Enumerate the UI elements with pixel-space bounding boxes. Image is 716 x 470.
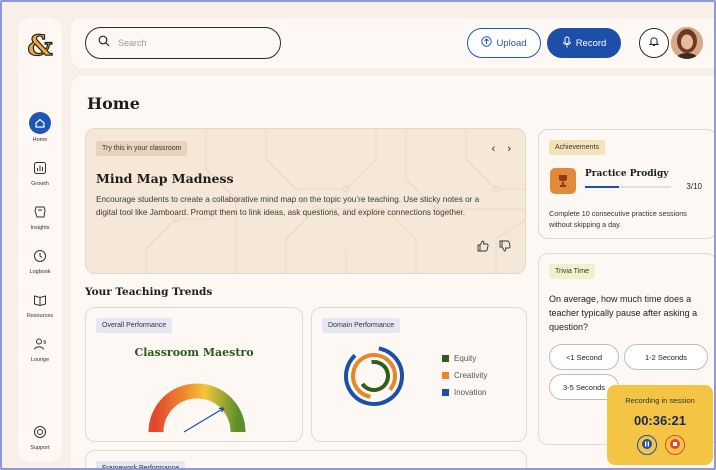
pause-button[interactable] [637,435,657,455]
framework-performance-chip: Framework Performance [96,461,186,470]
sidebar: & Home Growth Insights Logbook Resources [18,18,62,462]
sidebar-item-resources[interactable]: Resources [18,290,62,319]
lifebuoy-icon [30,422,50,442]
classroom-tip-card: Try this in your classroom ‹ › Mind Map … [85,128,526,274]
carousel-nav: ‹ › [492,143,511,155]
tip-body: Encourage students to create a collabora… [96,195,480,217]
search-input[interactable]: Search [85,27,281,59]
domain-performance-chip: Domain Performance [322,318,401,333]
legend-swatch [442,372,449,379]
search-icon [98,34,110,52]
legend-label: Equity [454,354,477,363]
recording-label: Recording in session [625,396,695,405]
thumbs-down-icon[interactable] [499,239,511,257]
legend-item: Equity [442,354,487,363]
users-icon [30,334,50,354]
stop-icon [670,436,680,454]
tip-chip: Try this in your classroom [96,141,188,156]
framework-performance-card: Framework Performance [85,450,527,470]
avatar[interactable] [671,27,703,59]
achievement-progress-fill [585,186,620,188]
sidebar-item-logbook[interactable]: Logbook [18,246,62,275]
achievements-card: Achievements Practice Prodigy 3/10 Compl… [538,129,716,239]
notifications-button[interactable] [639,28,669,58]
sidebar-item-label: Resources [26,313,54,319]
recording-controls [637,435,685,455]
overall-performance-card: Overall Performance Classroom Maestro [85,307,303,442]
sidebar-item-label: Growth [31,181,49,187]
insights-icon [30,202,50,222]
recording-widget: Recording in session 00:36:21 [607,385,713,465]
recording-timer: 00:36:21 [633,413,687,428]
page-title: Home [87,94,140,113]
achievement-title: Practice Prodigy [585,169,669,179]
achievement-desc: Complete 10 consecutive practice session… [549,209,687,229]
legend-item: Creativity [442,371,487,380]
upload-label: Upload [496,37,527,49]
domain-legend: Equity Creativity Inovation [442,354,487,405]
record-button[interactable]: Record [547,28,621,58]
sidebar-item-lounge[interactable]: Lounge [18,334,62,363]
trivia-option[interactable]: <1 Second [549,344,619,370]
sidebar-item-label: Logbook [29,269,51,275]
sidebar-item-label: Lounge [30,357,50,363]
pause-icon [642,436,652,454]
sidebar-item-label: Home [32,137,48,143]
home-icon [29,112,51,134]
legend-swatch [442,389,449,396]
sidebar-item-growth[interactable]: Growth [18,158,62,187]
trophy-icon [550,168,576,194]
overall-performance-chip: Overall Performance [96,318,173,333]
bell-icon [648,34,660,52]
legend-swatch [442,355,449,362]
trivia-chip: Trivia Time [549,264,595,279]
upload-icon [481,36,493,50]
sidebar-item-label: Support [30,445,50,451]
trivia-question: On average, how much time does a teacher… [549,294,698,332]
sidebar-item-support[interactable]: Support [18,422,62,451]
achievement-progress [585,186,671,188]
performance-title: Classroom Maestro [134,346,254,359]
upload-button[interactable]: Upload [467,28,541,58]
legend-item: Inovation [442,388,487,397]
chevron-right-icon[interactable]: › [507,143,511,155]
legend-label: Inovation [454,388,487,397]
growth-icon [30,158,50,178]
brand-logo[interactable]: & [23,28,57,62]
legend-label: Creativity [454,371,488,380]
sidebar-item-home[interactable]: Home [18,112,62,143]
trivia-option[interactable]: 1-2 Seconds [624,344,708,370]
sidebar-item-label: Insights [30,225,50,231]
stop-button[interactable] [665,435,685,455]
search-placeholder: Search [118,38,147,48]
achievements-chip: Achievements [549,140,605,155]
performance-gauge [148,383,246,433]
feedback-buttons [477,239,511,257]
thumbs-up-icon[interactable] [477,239,489,257]
clock-icon [30,246,50,266]
book-icon [30,290,50,310]
domain-performance-card: Domain Performance Equity Creativity Ino… [311,307,527,442]
microphone-icon [562,36,572,51]
record-label: Record [575,37,607,49]
tip-title: Mind Map Madness [96,171,234,186]
chevron-left-icon[interactable]: ‹ [492,143,496,155]
trends-title: Your Teaching Trends [85,286,213,298]
domain-rings-chart [344,346,404,406]
svg-text:&: & [27,30,52,60]
sidebar-item-insights[interactable]: Insights [18,202,62,231]
top-bar: Search Upload Record [71,18,716,68]
achievement-count: 3/10 [686,182,702,191]
